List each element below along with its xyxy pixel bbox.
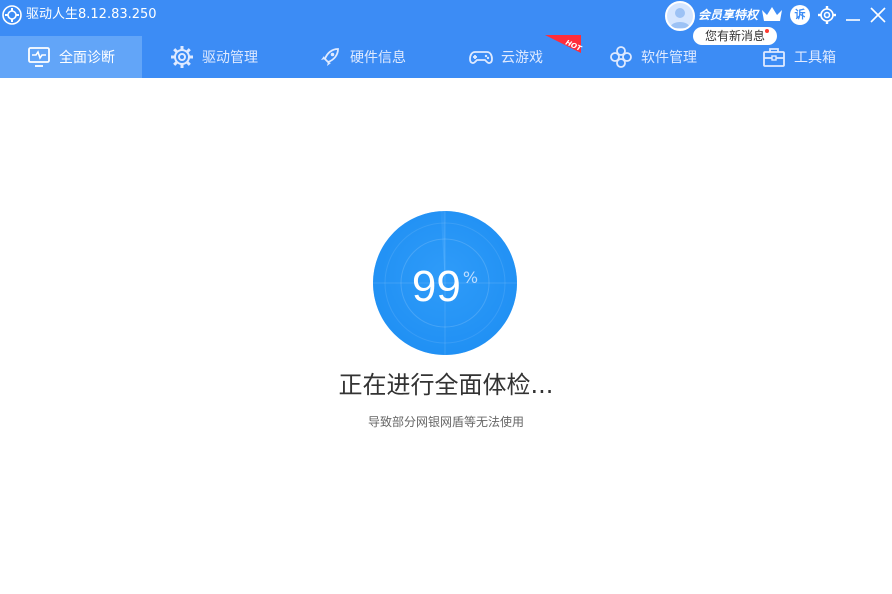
gear-icon	[171, 46, 193, 68]
flower-icon	[610, 46, 632, 68]
rocket-icon	[321, 48, 339, 66]
user-avatar[interactable]	[665, 1, 695, 31]
app-logo-icon	[2, 5, 22, 25]
gamepad-icon	[469, 51, 493, 64]
tab-full-diagnosis[interactable]: 全面诊断	[0, 36, 142, 78]
tab-label: 硬件信息	[350, 50, 406, 66]
user-icon	[670, 8, 690, 28]
tab-label: 驱动管理	[202, 50, 258, 66]
minimize-icon[interactable]	[843, 5, 863, 25]
tab-label: 工具箱	[794, 50, 836, 66]
progress-unit: %	[462, 268, 479, 287]
tab-hardware-info[interactable]: 硬件信息	[318, 36, 406, 78]
customer-service-button[interactable]: 诉	[790, 5, 810, 25]
unread-dot	[765, 29, 769, 33]
status-title: 正在进行全面体检...	[338, 371, 554, 399]
tab-toolbox[interactable]: 工具箱	[762, 36, 836, 78]
tab-label: 软件管理	[641, 50, 697, 66]
progress-readout: 99%	[373, 262, 517, 312]
tab-cloud-gaming[interactable]: 云游戏	[469, 36, 543, 78]
settings-icon[interactable]	[817, 5, 837, 25]
close-icon[interactable]	[868, 5, 888, 25]
tab-driver-management[interactable]: 驱动管理	[170, 36, 258, 78]
tab-label: 云游戏	[501, 50, 543, 66]
vip-privilege-link[interactable]: 会员享特权	[698, 7, 758, 23]
toolbox-icon	[763, 48, 785, 67]
app-title: 驱动人生8.12.83.250	[26, 7, 157, 22]
monitor-pulse-icon	[28, 47, 50, 67]
hot-badge: HOT	[545, 35, 583, 53]
progress-value: 99	[411, 262, 461, 311]
tab-label: 全面诊断	[59, 50, 115, 66]
tab-software-management[interactable]: 软件管理	[609, 36, 697, 78]
status-subtitle: 导致部分网银网盾等无法使用	[367, 415, 524, 429]
main-tabs: 全面诊断 驱动管理 硬件信息 云游戏 软件管理 工具箱	[0, 36, 892, 78]
crown-icon[interactable]	[760, 4, 784, 24]
